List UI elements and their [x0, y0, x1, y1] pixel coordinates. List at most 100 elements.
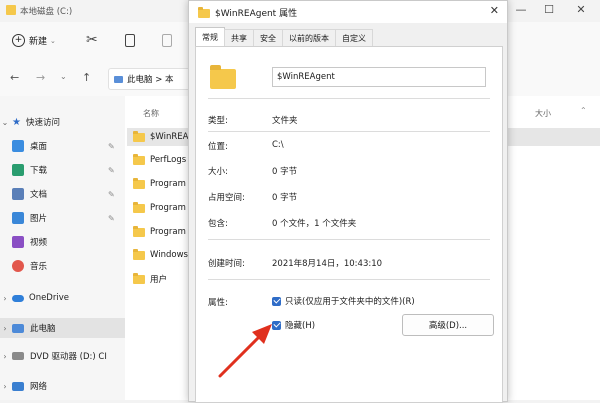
nav-item-documents[interactable]: 文档 [12, 184, 137, 204]
tab-sharing[interactable]: 共享 [224, 29, 254, 46]
tab-previous-versions[interactable]: 以前的版本 [282, 29, 336, 46]
nav-item-videos[interactable]: 视频 [12, 232, 137, 252]
created-value: 2021年8月14日，10:43:10 [272, 259, 383, 269]
cut-icon[interactable]: ✂ [86, 32, 98, 48]
nav-onedrive[interactable]: › OneDrive [0, 288, 125, 308]
dialog-title: $WinREAgent 属性 [215, 8, 298, 19]
file-name: Windows [150, 250, 188, 260]
recent-chevron-icon[interactable]: ⌄ [60, 72, 67, 81]
hidden-label: 隐藏(H) [285, 321, 316, 331]
music-icon [12, 260, 24, 272]
star-icon: ★ [12, 116, 21, 128]
tab-label: 常规 [202, 32, 218, 42]
maximize-button[interactable]: ☐ [536, 0, 562, 18]
nav-this-pc[interactable]: › 此电脑 [0, 318, 125, 338]
up-arrow-icon[interactable]: ↑ [82, 71, 91, 84]
dvd-drive-icon [12, 352, 24, 360]
explorer-title: 本地磁盘 (C:) [20, 7, 73, 17]
file-row[interactable]: $WinREA [127, 128, 190, 146]
new-button-label: 新建 [29, 37, 48, 47]
forward-arrow-icon[interactable]: → [36, 71, 45, 84]
folder-icon [133, 201, 145, 213]
address-path: 此电脑 > 本 [127, 75, 174, 85]
file-row[interactable]: Program [133, 199, 186, 217]
selected-row-highlight [505, 128, 600, 146]
dialog-titlebar: $WinREAgent 属性 ✕ [189, 1, 507, 23]
pin-icon: ✎ [108, 166, 115, 175]
pictures-icon [12, 212, 24, 224]
folder-name-field[interactable]: $WinREAgent [272, 67, 486, 87]
folder-icon [133, 272, 145, 284]
advanced-button-label: 高级(D)... [428, 321, 468, 331]
nav-dvd-drive[interactable]: › DVD 驱动器 (D:) CI [0, 346, 125, 366]
close-window-button[interactable]: ✕ [568, 0, 594, 18]
created-label: 创建时间: [208, 259, 245, 269]
file-row[interactable]: Program [133, 223, 186, 241]
nav-label: 视频 [30, 238, 48, 248]
checkbox-checked-icon [272, 296, 281, 306]
pin-icon: ✎ [108, 142, 115, 151]
divider [208, 131, 490, 132]
back-arrow-icon[interactable]: ← [10, 71, 19, 84]
pc-icon [12, 323, 24, 333]
nav-network[interactable]: › 网络 [0, 376, 125, 396]
nav-label: 网络 [30, 382, 48, 392]
file-row[interactable]: 用户 [133, 270, 167, 288]
nav-label: OneDrive [29, 293, 69, 303]
file-row[interactable]: PerfLogs [133, 151, 186, 169]
tab-general[interactable]: 常规 [195, 27, 225, 46]
close-dialog-button[interactable]: ✕ [490, 4, 499, 17]
network-icon [12, 381, 24, 391]
file-name: 用户 [150, 275, 168, 285]
tab-label: 自定义 [342, 33, 366, 43]
folder-icon [133, 177, 145, 189]
nav-label: 音乐 [30, 262, 48, 272]
desktop-icon [12, 140, 24, 152]
tab-customize[interactable]: 自定义 [335, 29, 373, 46]
nav-item-downloads[interactable]: 下载 [12, 160, 137, 180]
minimize-button[interactable]: — [508, 0, 534, 18]
location-label: 位置: [208, 142, 228, 152]
copy-icon[interactable] [125, 34, 135, 47]
nav-quick-access[interactable]: ⌄ ★ 快速访问 [0, 112, 125, 132]
nav-label: 快速访问 [25, 118, 60, 128]
nav-label: 图片 [30, 214, 48, 224]
large-folder-icon [210, 65, 236, 89]
tab-label: 共享 [231, 33, 247, 43]
folder-icon [133, 225, 145, 237]
file-row[interactable]: Windows [133, 246, 188, 264]
divider [208, 98, 490, 99]
type-value: 文件夹 [272, 116, 298, 126]
readonly-checkbox[interactable]: 只读(仅应用于文件夹中的文件)(R) [272, 295, 415, 307]
type-label: 类型: [208, 116, 228, 126]
nav-item-music[interactable]: 音乐 [12, 256, 137, 276]
nav-item-desktop[interactable]: 桌面 [12, 136, 137, 156]
folder-name-value: $WinREAgent [277, 72, 335, 82]
column-header-size[interactable]: 大小 [535, 108, 551, 119]
chevron-right-icon: › [3, 293, 7, 303]
chevron-down-icon: ⌄ [50, 36, 56, 45]
cloud-icon [12, 294, 24, 302]
address-field[interactable]: 此电脑 > 本 [108, 68, 192, 90]
tab-security[interactable]: 安全 [253, 29, 283, 46]
attributes-label: 属性: [208, 298, 228, 308]
size-label: 大小: [208, 167, 228, 177]
tab-label: 安全 [260, 33, 276, 43]
divider [208, 239, 490, 240]
location-value: C:\ [272, 140, 284, 150]
advanced-button[interactable]: 高级(D)... [402, 314, 494, 336]
column-resize-chevron-icon: ⌃ [580, 106, 587, 115]
new-button[interactable]: + 新建 ⌄ [12, 34, 56, 47]
download-icon [12, 164, 24, 176]
size-value: 0 字节 [272, 167, 298, 177]
paste-icon[interactable] [162, 34, 172, 47]
column-header-name[interactable]: 名称 [143, 108, 159, 119]
nav-label: 文档 [30, 190, 48, 200]
nav-item-pictures[interactable]: 图片 [12, 208, 137, 228]
file-name: $WinREA [150, 132, 189, 142]
file-list-right: 大小 ⌃ [505, 96, 600, 400]
file-name: Program [150, 179, 186, 189]
folder-icon [133, 153, 145, 165]
divider [208, 279, 490, 280]
file-row[interactable]: Program [133, 175, 186, 193]
